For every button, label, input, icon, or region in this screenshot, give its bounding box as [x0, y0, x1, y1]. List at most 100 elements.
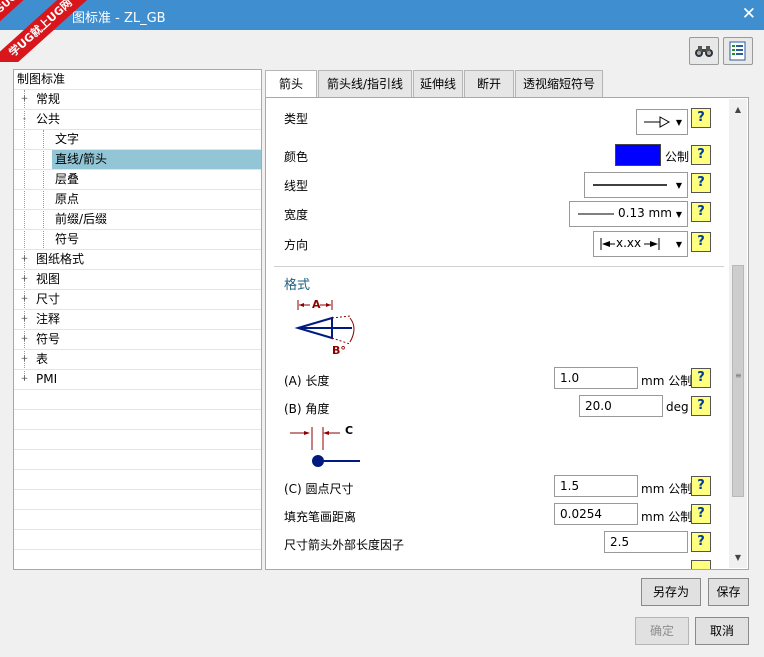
- thin-line-icon: [578, 213, 614, 215]
- tree-empty-row: [14, 390, 261, 410]
- tree-item-label: 常规: [36, 92, 61, 106]
- expand-icon[interactable]: +: [20, 255, 29, 264]
- tree-item-view[interactable]: + 视图: [14, 270, 261, 290]
- tree-item-pmi[interactable]: + PMI: [14, 370, 261, 390]
- dot-size-input[interactable]: 1.5: [554, 475, 638, 497]
- tree-item-label: 视图: [36, 272, 61, 286]
- solid-line-icon: [593, 184, 667, 186]
- help-icon[interactable]: ?: [691, 202, 711, 222]
- help-icon[interactable]: ?: [691, 145, 711, 165]
- chevron-down-icon: ▼: [675, 240, 682, 249]
- direction-value: x.xx: [616, 236, 642, 250]
- expand-icon[interactable]: +: [20, 335, 29, 344]
- arrow-length-input[interactable]: 1.0: [554, 367, 638, 389]
- tree-item-prefix-suffix[interactable]: 前缀/后缀: [14, 210, 261, 230]
- expand-icon[interactable]: +: [20, 95, 29, 104]
- vertical-scrollbar[interactable]: ▲ ≡ ▼: [729, 99, 747, 568]
- expand-icon[interactable]: +: [20, 315, 29, 324]
- tree-item-label: 直线/箭头: [52, 150, 261, 169]
- tree-item-label: 符号: [36, 332, 61, 346]
- tree-item-origin[interactable]: 原点: [14, 190, 261, 210]
- tab-extension-line[interactable]: 延伸线: [413, 70, 463, 97]
- save-button[interactable]: 保存: [708, 578, 749, 606]
- collapse-icon[interactable]: -: [20, 115, 29, 124]
- section-divider: [274, 266, 724, 267]
- help-icon[interactable]: ?: [691, 504, 711, 524]
- help-icon[interactable]: ?: [691, 476, 711, 496]
- arrow-properties-panel: 类型 ▼ ? 颜色 公制 ? 线型 ▼ ? 宽度 0.13 mm ▼ ? 方向: [265, 97, 749, 570]
- settings-list-button[interactable]: [723, 37, 753, 65]
- color-swatch[interactable]: [615, 144, 661, 166]
- tab-foreshortening-symbol[interactable]: 透视缩短符号: [515, 70, 603, 97]
- title-bar: 图标准 - ZL_GB ✕: [0, 0, 764, 30]
- tree-item-text[interactable]: 文字: [14, 130, 261, 150]
- chevron-down-icon: ▼: [675, 118, 682, 127]
- color-label: 颜色: [284, 150, 309, 164]
- help-icon[interactable]: ?: [691, 396, 711, 416]
- expand-icon[interactable]: +: [20, 275, 29, 284]
- diagram-label-c: C: [345, 424, 354, 437]
- linetype-dropdown[interactable]: ▼: [584, 172, 688, 198]
- chevron-down-icon: ▼: [675, 210, 682, 219]
- find-button[interactable]: [689, 37, 719, 65]
- direction-label: 方向: [284, 238, 309, 252]
- expand-icon[interactable]: +: [20, 355, 29, 364]
- tree-empty-row: [14, 550, 261, 569]
- ok-button[interactable]: 确定: [635, 617, 689, 645]
- tree-item-common[interactable]: - 公共: [14, 110, 261, 130]
- help-icon[interactable]: ?: [691, 368, 711, 388]
- tree-empty-row: [14, 510, 261, 530]
- standards-tree[interactable]: 制图标准 + 常规 - 公共 文字 直线/箭头 层叠 原点 前缀/后缀 符号 +…: [13, 69, 262, 570]
- expand-icon[interactable]: +: [20, 375, 29, 384]
- format-heading: 格式: [284, 278, 311, 293]
- diagram-label-b: B°: [332, 344, 346, 357]
- tree-item-symbol[interactable]: 符号: [14, 230, 261, 250]
- fill-distance-input[interactable]: 0.0254: [554, 503, 638, 525]
- sheet-list-icon: [729, 41, 746, 61]
- binoculars-icon: [695, 46, 713, 57]
- help-icon[interactable]: ?: [691, 232, 711, 252]
- tab-break[interactable]: 断开: [464, 70, 514, 97]
- scroll-down-icon[interactable]: ▼: [729, 549, 747, 566]
- angle-unit-label: deg: [666, 400, 689, 414]
- tree-item-symbols[interactable]: + 符号: [14, 330, 261, 350]
- arrow-angle-input[interactable]: 20.0: [579, 395, 663, 417]
- dot-dimension-diagram-icon: [290, 427, 360, 467]
- arrow-type-dropdown[interactable]: ▼: [636, 109, 688, 135]
- tree-item-annotation[interactable]: + 注释: [14, 310, 261, 330]
- outside-length-factor-label: 尺寸箭头外部长度因子: [284, 538, 405, 552]
- tree-item-label: 文字: [55, 132, 80, 146]
- tree-empty-row: [14, 490, 261, 510]
- save-as-button[interactable]: 另存为: [641, 578, 701, 606]
- tree-item-label: 前缀/后缀: [55, 212, 108, 226]
- outside-length-factor-input[interactable]: 2.5: [604, 531, 688, 553]
- tree-root-label: 制图标准: [17, 72, 66, 86]
- tree-root[interactable]: 制图标准: [14, 70, 261, 90]
- scrollbar-thumb[interactable]: ≡: [732, 265, 744, 497]
- open-arrow-icon: [644, 116, 671, 128]
- expand-icon[interactable]: +: [20, 295, 29, 304]
- grip-icon: ≡: [735, 371, 742, 380]
- tree-item-stack[interactable]: 层叠: [14, 170, 261, 190]
- help-icon[interactable]: [691, 560, 711, 569]
- help-icon[interactable]: ?: [691, 173, 711, 193]
- tab-arrow-line-leader[interactable]: 箭头线/指引线: [318, 70, 412, 97]
- dot-unit-label: mm 公制: [641, 482, 693, 496]
- tree-item-drawing-format[interactable]: + 图纸格式: [14, 250, 261, 270]
- help-icon[interactable]: ?: [691, 532, 711, 552]
- cancel-button[interactable]: 取消: [695, 617, 749, 645]
- close-icon[interactable]: ✕: [742, 4, 756, 24]
- tree-empty-row: [14, 450, 261, 470]
- direction-dropdown[interactable]: x.xx ▼: [593, 231, 688, 257]
- tree-item-table[interactable]: + 表: [14, 350, 261, 370]
- length-label: (A) 长度: [284, 374, 330, 388]
- line-width-dropdown[interactable]: 0.13 mm ▼: [569, 201, 688, 227]
- angle-label: (B) 角度: [284, 402, 330, 416]
- scroll-up-icon[interactable]: ▲: [729, 101, 747, 118]
- tab-arrow[interactable]: 箭头: [265, 70, 317, 98]
- tree-item-line-arrow[interactable]: 直线/箭头: [14, 150, 261, 170]
- tree-item-general[interactable]: + 常规: [14, 90, 261, 110]
- dot-size-label: (C) 圆点尺寸: [284, 482, 354, 496]
- tree-item-dimension[interactable]: + 尺寸: [14, 290, 261, 310]
- help-icon[interactable]: ?: [691, 108, 711, 128]
